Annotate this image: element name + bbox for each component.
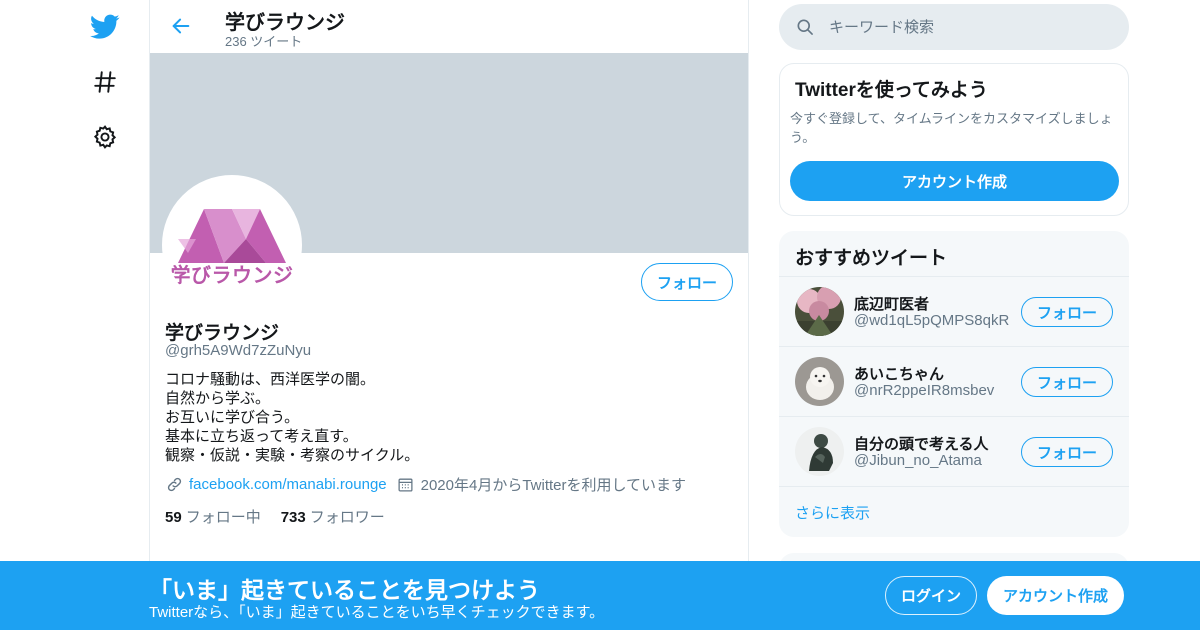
profile-bio: コロナ騒動は、西洋医学の闇。 自然から学ぶ。 お互いに学び合う。 基本に立ち返っ…	[165, 370, 419, 465]
recommended-avatar	[795, 357, 844, 406]
recommended-handle: @wd1qL5pQMPS8qkR	[854, 312, 1010, 329]
back-arrow-icon[interactable]	[164, 9, 198, 43]
bio-line: コロナ騒動は、西洋医学の闇。	[165, 371, 376, 388]
profile-stats: 59 フォロー中 733 フォロワー	[165, 506, 385, 527]
create-account-button[interactable]: アカウント作成	[790, 161, 1119, 201]
followers-count: 733	[280, 509, 306, 526]
profile-header-bar: 学びラウンジ 236 ツイート	[150, 0, 748, 53]
profile-website-link[interactable]: facebook.com/manabi.rounge	[189, 476, 387, 493]
signup-card: Twitterを使ってみよう 今すぐ登録して、タイムラインをカスタマイズしましょ…	[779, 63, 1129, 216]
recommended-accounts-card: おすすめツイート 底辺町医者 @wd1qL5pQMPS8qkR フォロー あいこ…	[779, 231, 1129, 537]
avatar-logo-text: 学びラウンジ	[170, 265, 294, 287]
followers-label: フォロワー	[309, 509, 385, 526]
recommended-follow-button[interactable]: フォロー	[1021, 297, 1113, 327]
show-more-link[interactable]: さらに表示	[779, 486, 1129, 537]
bottom-bar-headline: 「いま」起きていることを見つけよう	[149, 577, 540, 603]
bottom-bar-subtext: Twitterなら、「いま」起きていることをいち早くチェックできます。	[149, 604, 605, 621]
profile-joined-date: 2020年4月からTwitterを利用しています	[420, 477, 687, 494]
signup-card-title: Twitterを使ってみよう	[795, 80, 988, 101]
profile-column: 学びラウンジ 236 ツイート 学びラウンジ フォロー 学びラウンジ @grh5…	[149, 0, 749, 630]
recommended-handle: @Jibun_no_Atama	[854, 452, 982, 469]
bio-line: 基本に立ち返って考え直す。	[165, 428, 358, 445]
recommended-name: 底辺町医者	[854, 296, 930, 313]
recommended-account-row[interactable]: あいこちゃん @nrR2ppeIR8msbev フォロー	[779, 346, 1129, 416]
following-label: フォロー中	[185, 509, 261, 526]
recommended-name: 自分の頭で考える人	[854, 436, 989, 453]
recommended-follow-button[interactable]: フォロー	[1021, 437, 1113, 467]
bio-line: 観察・仮説・実験・考察のサイクル。	[165, 447, 420, 464]
right-sidebar: Twitterを使ってみよう 今すぐ登録して、タイムラインをカスタマイズしましょ…	[779, 0, 1129, 630]
calendar-icon	[397, 476, 415, 494]
link-icon	[165, 476, 183, 494]
followers-count-link[interactable]: 733 フォロワー	[281, 506, 385, 527]
signup-card-body: 今すぐ登録して、タイムラインをカスタマイズしましょう。	[790, 111, 1113, 145]
recommended-handle: @nrR2ppeIR8msbev	[854, 382, 995, 399]
profile-name: 学びラウンジ	[165, 323, 280, 344]
profile-meta: facebook.com/manabi.rounge 2020年4月からTwit…	[165, 474, 686, 495]
recommended-title: おすすめツイート	[795, 248, 948, 269]
bio-line: お互いに学び合う。	[165, 409, 300, 426]
settings-gear-icon[interactable]	[86, 118, 124, 156]
search-box[interactable]	[779, 4, 1129, 50]
profile-handle: @grh5A9Wd7zZuNyu	[165, 342, 312, 359]
left-navigation	[0, 0, 150, 630]
hashtag-icon[interactable]	[86, 63, 124, 101]
recommended-avatar	[795, 427, 844, 476]
search-icon	[795, 17, 815, 37]
recommended-name: あいこちゃん	[854, 366, 945, 383]
app-root: 学びラウンジ 236 ツイート 学びラウンジ フォロー 学びラウンジ @grh5…	[0, 0, 1200, 630]
header-tweet-count: 236 ツイート	[225, 34, 303, 49]
recommended-account-row[interactable]: 底辺町医者 @wd1qL5pQMPS8qkR フォロー	[779, 276, 1129, 346]
profile-avatar[interactable]: 学びラウンジ	[162, 175, 302, 315]
following-count-link[interactable]: 59 フォロー中	[165, 506, 261, 527]
following-count: 59	[165, 509, 182, 526]
follow-button[interactable]: フォロー	[640, 263, 733, 301]
bio-line: 自然から学ぶ。	[165, 390, 271, 407]
recommended-account-row[interactable]: 自分の頭で考える人 @Jibun_no_Atama フォロー	[779, 416, 1129, 486]
signup-button[interactable]: アカウント作成	[987, 576, 1124, 615]
twitter-logo-icon[interactable]	[86, 8, 124, 46]
signup-bottom-bar: 「いま」起きていることを見つけよう Twitterなら、「いま」起きていることを…	[0, 561, 1200, 630]
recommended-avatar	[795, 287, 844, 336]
login-button[interactable]: ログイン	[885, 576, 977, 615]
search-input[interactable]	[829, 18, 1109, 36]
recommended-follow-button[interactable]: フォロー	[1021, 367, 1113, 397]
